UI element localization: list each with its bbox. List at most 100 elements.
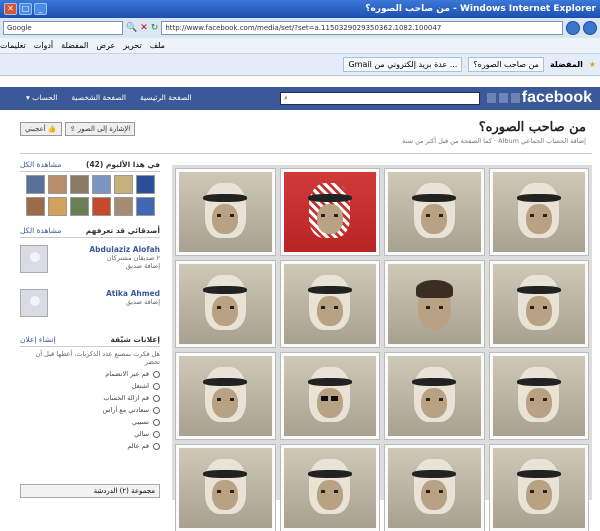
friend-name[interactable]: Abdulaziz Alofah — [52, 245, 160, 254]
facebook-logo[interactable]: facebook — [522, 89, 592, 107]
photo-thumbnail[interactable] — [176, 261, 275, 347]
address-field[interactable]: http://www.facebook.com/media/set/?set=a… — [161, 21, 563, 35]
thumbnail[interactable] — [135, 175, 155, 194]
friends-section-header: أصدقائي قد تعرفهم مشاهدة الكل — [20, 226, 160, 238]
menu-help[interactable]: تعليمات — [0, 38, 26, 53]
nav-profile[interactable]: الصفحة الشخصية — [71, 93, 126, 102]
poll-option-label: سعادتي مع أراس — [102, 406, 149, 414]
thumbnail[interactable] — [69, 175, 89, 194]
poll-option[interactable]: قم عالم — [20, 440, 160, 452]
thumbnail[interactable] — [135, 197, 155, 216]
stop-icon[interactable]: ✕ — [140, 23, 148, 33]
avatar[interactable] — [20, 289, 48, 317]
ad-text: هل فكرت بمصنع عدد الذكريات، أعطها قبل أن… — [35, 350, 160, 366]
add-friend-link[interactable]: إضافة صديق — [52, 298, 160, 306]
photo-thumbnail[interactable] — [385, 445, 484, 531]
maximize-window-icon[interactable]: □ — [19, 3, 32, 15]
thumbnail[interactable] — [25, 197, 45, 216]
poll-option[interactable]: نسيبي — [20, 416, 160, 428]
thumbnail[interactable] — [113, 175, 133, 194]
radio-icon[interactable] — [153, 370, 160, 378]
notifications-icon[interactable] — [511, 93, 520, 103]
photo-thumbnail[interactable] — [385, 353, 484, 439]
tag-photos-button[interactable]: ⇪ الإشارة إلى الصور — [64, 122, 136, 136]
refresh-icon[interactable]: ↻ — [151, 23, 159, 33]
nav-account[interactable]: الحساب ▾ — [26, 93, 57, 102]
photo-thumbnail[interactable] — [176, 445, 275, 531]
page-subtitle: إضافة الحساب الجماعي Album · كما الصفحة … — [402, 137, 586, 145]
poll-option[interactable]: سالي — [20, 428, 160, 440]
tab-gmail[interactable]: Gmail عدة بريد إلكتروني من ... — [343, 57, 463, 72]
close-window-icon[interactable]: ✕ — [4, 3, 17, 15]
poll-option[interactable]: اشتغل — [20, 380, 160, 392]
radio-icon[interactable] — [153, 394, 160, 402]
poll-option[interactable]: قم عبر الانضمام — [20, 368, 160, 380]
poll-option-label: قم عبر الانضمام — [105, 370, 149, 378]
photo-thumbnail[interactable] — [489, 169, 588, 255]
favorites-bar: Gmail عدة بريد إلكتروني من ... من صاحب ا… — [0, 54, 600, 76]
photo-thumbnail[interactable] — [280, 353, 379, 439]
thumbnail[interactable] — [25, 175, 45, 194]
photo-thumbnail[interactable] — [280, 169, 379, 255]
friends-view-all-link[interactable]: مشاهدة الكل — [20, 226, 61, 235]
photo-thumbnail[interactable] — [176, 353, 275, 439]
chat-bar[interactable]: مجموعة (٢) الدردشة — [20, 484, 160, 498]
minimize-window-icon[interactable]: _ — [34, 3, 47, 15]
tab-current[interactable]: من صاحب الصوره؟ — [468, 57, 544, 72]
photo-thumbnail[interactable] — [280, 261, 379, 347]
photo-thumbnail[interactable] — [280, 445, 379, 531]
menu-file[interactable]: ملف — [150, 38, 165, 53]
back-icon[interactable] — [583, 21, 597, 35]
menu-view[interactable]: عرض — [96, 38, 115, 53]
menu-bar: ملف تحرير عرض المفضلة أدوات تعليمات — [0, 38, 600, 54]
create-ad-link[interactable]: إنشاء إعلان — [20, 335, 56, 344]
facebook-search-input[interactable]: ⌕ — [280, 92, 480, 105]
facebook-nav: الصفحة الرئيسية الصفحة الشخصية الحساب ▾ — [26, 93, 192, 102]
ads-header-label: إعلانات شيّقة — [110, 335, 160, 344]
poll-option[interactable]: سعادتي مع أراس — [20, 404, 160, 416]
album-view-all-link[interactable]: مشاهدة الكل — [20, 160, 61, 169]
album-thumbnails — [20, 175, 160, 216]
photo-thumbnail[interactable] — [176, 169, 275, 255]
search-box[interactable]: Google — [3, 21, 123, 35]
thumbnail[interactable] — [91, 175, 111, 194]
radio-icon[interactable] — [153, 430, 160, 438]
radio-icon[interactable] — [153, 418, 160, 426]
radio-icon[interactable] — [153, 442, 160, 450]
star-icon[interactable]: ★ — [589, 60, 596, 69]
add-friend-link[interactable]: إضافة صديق — [52, 262, 160, 270]
sidebar: في هذا الألبوم (42) مشاهدة الكل أصدقائي … — [20, 160, 160, 454]
poll-option[interactable]: قم ازالة الحساب — [20, 392, 160, 404]
page-title: من صاحب الصوره؟ — [478, 120, 586, 135]
messages-icon[interactable] — [499, 93, 508, 103]
thumbnail[interactable] — [47, 197, 67, 216]
search-icon: ⌕ — [284, 94, 288, 102]
forward-icon[interactable] — [566, 21, 580, 35]
like-button[interactable]: أعجبني 👍 — [20, 122, 62, 136]
avatar[interactable] — [20, 245, 48, 273]
radio-icon[interactable] — [153, 382, 160, 390]
photo-thumbnail[interactable] — [385, 261, 484, 347]
menu-edit[interactable]: تحرير — [123, 38, 141, 53]
thumbnail[interactable] — [113, 197, 133, 216]
search-icon[interactable]: 🔍 — [126, 23, 137, 33]
favorites-button[interactable]: المفضلة — [550, 60, 583, 69]
window-controls: ✕ □ _ — [4, 3, 47, 15]
photo-thumbnail[interactable] — [385, 169, 484, 255]
friend-suggestion: Atika Ahmed إضافة صديق — [20, 285, 160, 321]
friend-requests-icon[interactable] — [487, 93, 496, 103]
nav-home[interactable]: الصفحة الرئيسية — [140, 93, 192, 102]
poll-option-label: اشتغل — [131, 382, 149, 390]
menu-tools[interactable]: أدوات — [34, 38, 53, 53]
thumbnail[interactable] — [91, 197, 111, 216]
thumbnail[interactable] — [47, 175, 67, 194]
thumbnail[interactable] — [69, 197, 89, 216]
photo-thumbnail[interactable] — [489, 445, 588, 531]
divider — [20, 153, 592, 154]
menu-favorites[interactable]: المفضلة — [61, 38, 88, 53]
window-title: من صاحب الصوره؟ - Windows Internet Explo… — [365, 4, 596, 14]
photo-thumbnail[interactable] — [489, 261, 588, 347]
friend-name[interactable]: Atika Ahmed — [52, 289, 160, 298]
photo-thumbnail[interactable] — [489, 353, 588, 439]
radio-icon[interactable] — [153, 406, 160, 414]
